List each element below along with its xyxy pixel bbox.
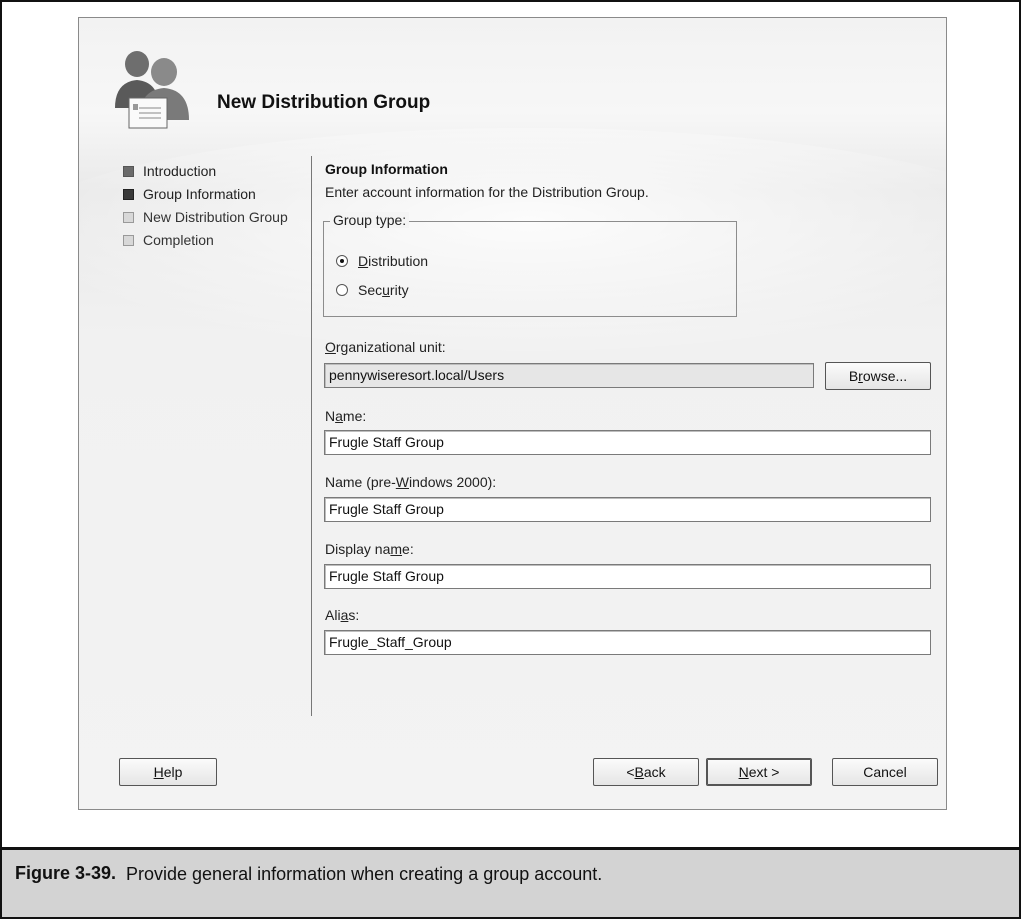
divider xyxy=(311,156,312,716)
back-button[interactable]: < Back xyxy=(593,758,699,786)
org-unit-field[interactable]: pennywiseresort.local/Users xyxy=(324,363,814,388)
wizard-window: New Distribution Group Introduction Grou… xyxy=(78,17,947,810)
radio-distribution[interactable]: Distribution xyxy=(336,253,428,269)
wizard-steps: Introduction Group Information New Distr… xyxy=(123,160,288,252)
name-label: Name: xyxy=(325,408,367,424)
step-label: Group Information xyxy=(143,186,256,202)
caption-text: Provide general information when creatin… xyxy=(126,864,603,884)
help-button[interactable]: Help xyxy=(119,758,217,786)
step-label: Completion xyxy=(143,232,214,248)
step-group-information: Group Information xyxy=(123,183,288,205)
step-pending-icon xyxy=(123,211,134,223)
radio-security[interactable]: Security xyxy=(336,282,409,298)
step-label: Introduction xyxy=(143,163,217,179)
radio-label: Security xyxy=(358,282,409,298)
step-pending-icon xyxy=(123,234,134,246)
cancel-button[interactable]: Cancel xyxy=(832,758,938,786)
group-users-icon xyxy=(115,51,189,129)
group-type-legend: Group type: xyxy=(330,212,410,228)
step-completion: Completion xyxy=(123,229,288,251)
step-label: New Distribution Group xyxy=(143,209,288,225)
step-new-distribution-group: New Distribution Group xyxy=(123,206,288,228)
name-pre2000-field[interactable]: Frugle Staff Group xyxy=(324,497,931,522)
alias-field[interactable]: Frugle_Staff_Group xyxy=(324,630,931,655)
figure-caption: Figure 3-39. Provide general information… xyxy=(2,847,1019,917)
display-name-label: Display name: xyxy=(325,541,414,557)
name-field[interactable]: Frugle Staff Group xyxy=(324,430,931,455)
step-introduction: Introduction xyxy=(123,160,288,182)
group-type-box xyxy=(323,221,737,317)
display-name-field[interactable]: Frugle Staff Group xyxy=(324,564,931,589)
radio-selected-icon[interactable] xyxy=(336,255,348,267)
step-done-icon xyxy=(123,165,134,177)
org-unit-label: Organizational unit: xyxy=(325,339,446,355)
dialog-title: New Distribution Group xyxy=(217,92,431,113)
section-description: Enter account information for the Distri… xyxy=(325,184,649,200)
browse-button[interactable]: Br owse... xyxy=(825,362,931,390)
section-title: Group Information xyxy=(325,161,448,177)
alias-label: Alias: xyxy=(325,607,360,623)
next-button[interactable]: Next > xyxy=(706,758,812,786)
figure-frame: New Distribution Group Introduction Grou… xyxy=(0,0,1021,919)
caption-label: Figure 3-39. xyxy=(15,863,117,883)
step-current-icon xyxy=(123,188,134,200)
radio-label: Distribution xyxy=(358,253,429,269)
name-pre2000-label: Name (pre-Windows 2000): xyxy=(325,474,497,490)
radio-unselected-icon[interactable] xyxy=(336,284,348,296)
